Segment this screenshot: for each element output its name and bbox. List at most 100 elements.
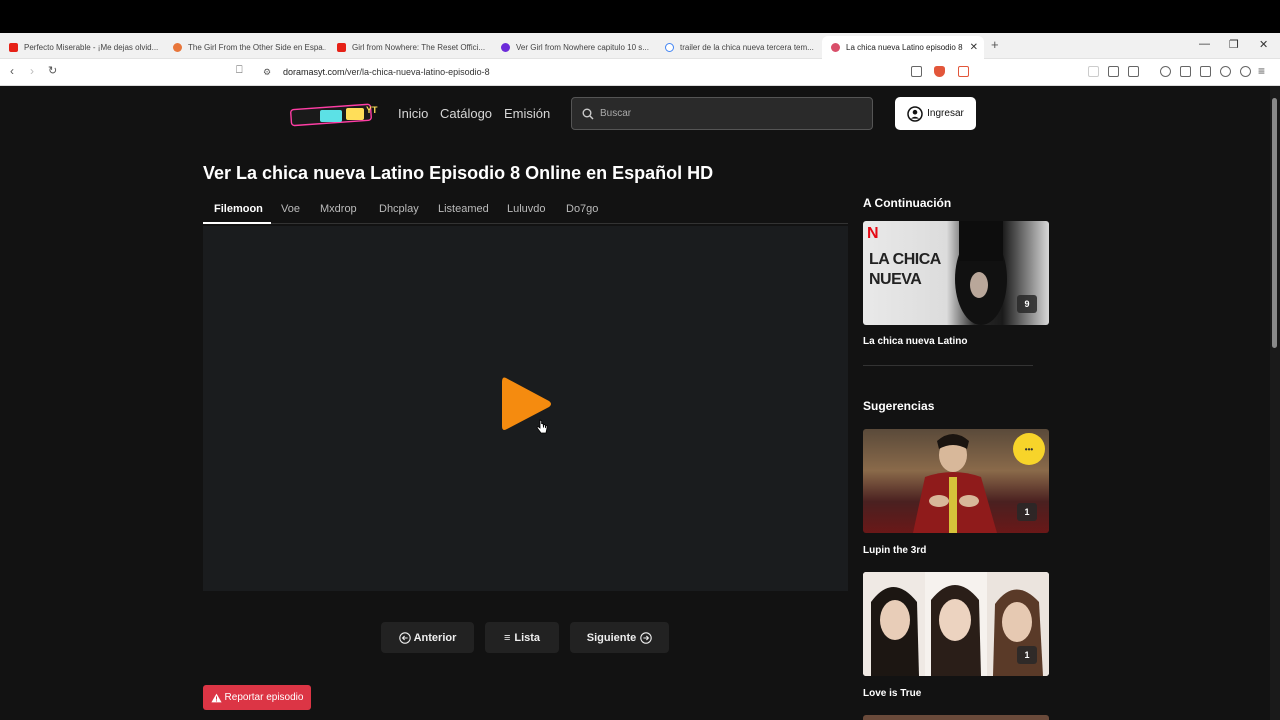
tab-server-luluvdo[interactable]: Luluvdo	[507, 203, 546, 215]
tab-server-filemoon[interactable]: Filemoon	[214, 203, 263, 215]
nav-emision[interactable]: Emisión	[504, 106, 550, 121]
next-label: Siguiente	[586, 631, 637, 644]
video-player[interactable]	[203, 226, 848, 591]
next-episode-thumbnail[interactable]: N LA CHICA NUEVA 9	[863, 221, 1049, 325]
tab-server-do7go[interactable]: Do7go	[566, 203, 598, 215]
arrow-right-circle-icon	[640, 631, 652, 644]
tab-title: trailer de la chica nueva tercera tem...	[680, 42, 814, 52]
suggestion-title-1[interactable]: Lupin the 3rd	[863, 545, 926, 556]
netflix-logo: N	[867, 225, 879, 242]
report-label: Reportar episodio	[224, 692, 304, 703]
close-window-icon[interactable]: ✕	[1259, 38, 1268, 51]
google-icon	[665, 42, 674, 52]
tab-server-listeamed[interactable]: Listeamed	[438, 203, 489, 215]
youtube-icon	[9, 42, 18, 52]
tab-title: Ver Girl from Nowhere capitulo 10 s...	[516, 42, 649, 52]
browser-tab-2[interactable]: The Girl From the Other Side en Espa...	[164, 37, 326, 57]
tab-server-dhcplay[interactable]: Dhcplay	[379, 203, 419, 215]
share-icon[interactable]	[911, 66, 922, 77]
suggestion-thumbnail-3[interactable]	[863, 715, 1049, 720]
address-bar: ‹ › ↻ ⎕ ⚙ doramasyt.com/ver/la-chica-nue…	[0, 59, 1280, 86]
page-title: Ver La chica nueva Latino Episodio 8 Onl…	[203, 163, 714, 183]
browser-tab-3[interactable]: Girl from Nowhere: The Reset Offici...	[328, 37, 490, 57]
youtube-icon	[337, 42, 346, 52]
page-scrollbar[interactable]	[1270, 86, 1280, 720]
tab-title: Perfecto Miserable - ¡Me dejas olvid...	[24, 42, 159, 52]
url-field[interactable]: doramasyt.com/ver/la-chica-nueva-latino-…	[283, 67, 490, 77]
episode-list-button[interactable]: ≡ Lista	[485, 622, 559, 653]
next-item-title[interactable]: La chica nueva Latino	[863, 336, 967, 347]
previous-label: Anterior	[413, 631, 457, 644]
suggestion-thumbnail-2[interactable]: 1	[863, 572, 1049, 676]
brave-shield-icon[interactable]	[934, 66, 945, 77]
suggestions-heading: Sugerencias	[863, 399, 935, 413]
close-tab-icon[interactable]: ✕	[970, 42, 978, 53]
rewards-icon[interactable]	[958, 66, 969, 77]
episode-badge: 1	[1017, 503, 1037, 521]
back-icon[interactable]: ‹	[10, 64, 14, 78]
browser-tab-strip: Perfecto Miserable - ¡Me dejas olvid... …	[0, 33, 1280, 59]
menu-icon[interactable]: ≡	[1258, 64, 1265, 78]
poster-title-line-1: LA CHICA	[869, 251, 941, 268]
browser-tab-4[interactable]: Ver Girl from Nowhere capitulo 10 s...	[492, 37, 654, 57]
nav-catalogo[interactable]: Catálogo	[440, 106, 492, 121]
episode-badge: 9	[1017, 295, 1037, 313]
browser-tab-5[interactable]: trailer de la chica nueva tercera tem...	[656, 37, 818, 57]
puzzle-icon[interactable]	[1108, 66, 1119, 77]
svg-text:•••: •••	[1025, 445, 1034, 454]
window-top-bar	[0, 0, 1280, 33]
leo-icon[interactable]	[1220, 66, 1231, 77]
reader-icon[interactable]	[1128, 66, 1139, 77]
search-input[interactable]	[600, 108, 860, 119]
episode-badge: 1	[1017, 646, 1037, 664]
site-favicon-icon	[173, 42, 182, 52]
browser-tab-1[interactable]: Perfecto Miserable - ¡Me dejas olvid...	[0, 37, 162, 57]
site-settings-icon[interactable]: ⚙	[263, 67, 271, 78]
search-icon	[582, 108, 594, 119]
suggestion-title-2[interactable]: Love is True	[863, 688, 921, 699]
bookmark-icon[interactable]: ⎕	[236, 64, 243, 77]
wallet-icon[interactable]	[1200, 66, 1211, 77]
scrollbar-thumb[interactable]	[1272, 98, 1277, 348]
site-favicon-icon	[831, 43, 840, 52]
minimize-icon[interactable]: —	[1199, 38, 1210, 50]
next-episode-button[interactable]: Siguiente	[570, 622, 669, 653]
sidebar-icon[interactable]	[1180, 66, 1191, 77]
search-box	[571, 97, 873, 130]
list-icon: ≡	[503, 631, 511, 644]
tab-server-voe[interactable]: Voe	[281, 203, 300, 215]
new-tab-button[interactable]: +	[991, 37, 999, 52]
warning-icon	[210, 693, 222, 702]
tab-title: La chica nueva Latino episodio 8	[846, 43, 963, 52]
mouse-cursor-icon	[536, 419, 548, 434]
vpn-icon[interactable]	[1240, 66, 1251, 77]
extension-icon[interactable]	[1088, 66, 1099, 77]
next-up-heading: A Continuación	[863, 196, 952, 210]
music-icon[interactable]	[1160, 66, 1171, 77]
tab-title: The Girl From the Other Side en Espa...	[188, 42, 326, 52]
server-tabs: Filemoon Voe Mxdrop Dhcplay Listeamed Lu…	[203, 198, 848, 224]
active-tab-indicator	[203, 222, 271, 224]
nav-inicio[interactable]: Inicio	[398, 106, 428, 121]
url-path: /ver/la-chica-nueva-latino-episodio-8	[344, 67, 490, 77]
poster-title-line-2: NUEVA	[869, 271, 922, 288]
tab-title: Girl from Nowhere: The Reset Offici...	[352, 42, 486, 52]
login-button[interactable]: Ingresar	[895, 97, 976, 130]
browser-tab-active[interactable]: La chica nueva Latino episodio 8 ✕	[822, 36, 984, 59]
reload-icon[interactable]: ↻	[48, 64, 57, 77]
list-label: Lista	[514, 631, 541, 644]
site-logo[interactable]: YT	[290, 102, 380, 128]
suggestion-thumbnail-1[interactable]: ••• 1	[863, 429, 1049, 533]
restore-icon[interactable]: ❐	[1229, 38, 1239, 51]
report-episode-button[interactable]: Reportar episodio	[203, 685, 311, 710]
site-favicon-icon	[501, 42, 510, 52]
previous-episode-button[interactable]: Anterior	[381, 622, 474, 653]
tab-server-mxdrop[interactable]: Mxdrop	[320, 203, 357, 215]
login-label: Ingresar	[927, 108, 964, 119]
page-content: YT Inicio Catálogo Emisión Ingresar Ver …	[0, 86, 1270, 720]
svg-text:YT: YT	[366, 105, 378, 115]
sidebar-divider	[863, 365, 1033, 366]
forward-icon[interactable]: ›	[30, 64, 34, 78]
url-host: doramasyt.com	[283, 67, 345, 77]
arrow-left-circle-icon	[398, 631, 411, 644]
